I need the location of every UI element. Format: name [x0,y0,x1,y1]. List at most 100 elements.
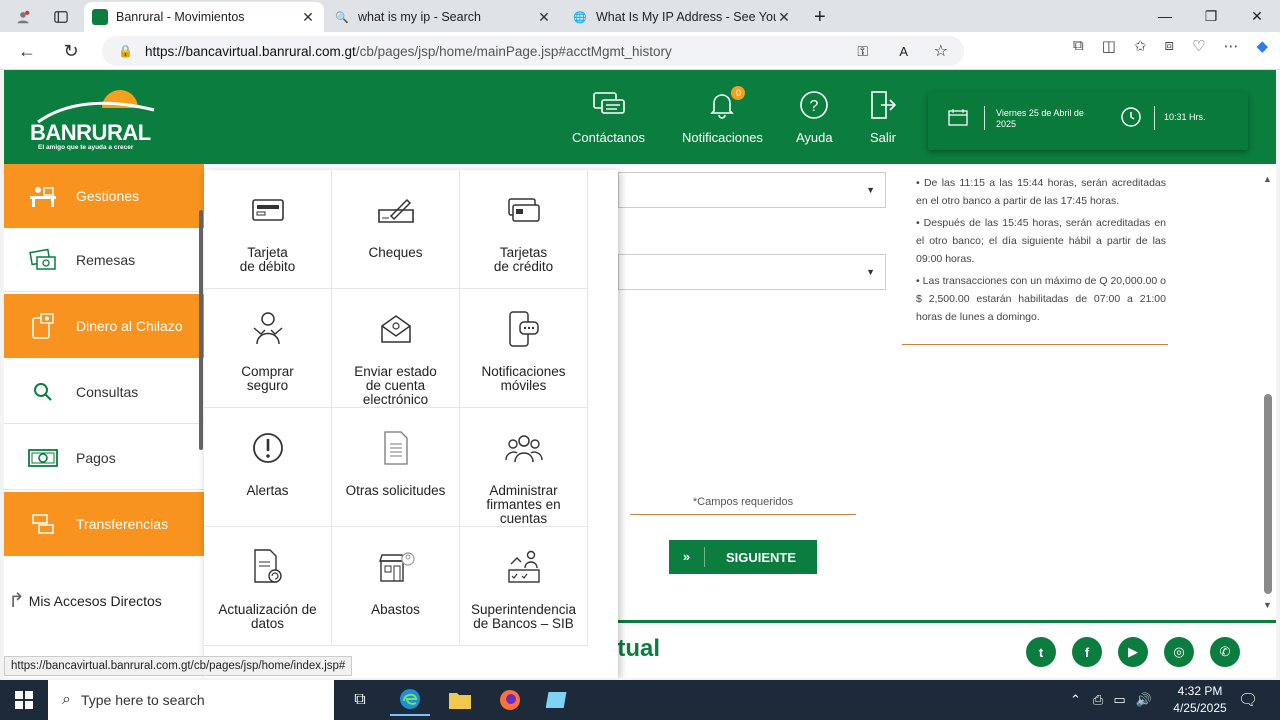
sidebar-item-remesas[interactable]: Remesas [4,228,204,292]
meet-now-icon[interactable]: ⎙ [1093,692,1103,708]
close-window-button[interactable]: ✕ [1234,0,1280,32]
divider [902,344,1168,345]
taskbar-firefox[interactable] [490,684,530,716]
sidebar-item-transferencias[interactable]: Transferencias [4,492,204,556]
browser-essentials-icon[interactable]: ♡ [1192,37,1205,55]
favorites-icon[interactable]: ✩ [1134,37,1147,55]
menu-item-other-requests[interactable]: Otras solicitudes [332,408,460,527]
header-nav-notifications[interactable]: 0 Notificaciones [682,86,763,145]
menu-item-update-data[interactable]: Actualización de datos [204,527,332,646]
menu-item-manage-signers[interactable]: Administrar firmantes en cuentas [460,408,588,527]
status-bar-url: https://bancavirtual.banrural.com.gt/cb/… [4,656,353,676]
split-screen-icon[interactable]: ◫ [1102,37,1116,55]
next-button[interactable]: » SIGUIENTE [669,540,817,574]
bell-icon: 0 [705,86,746,122]
copilot-icon[interactable]: ◆ [1256,37,1268,55]
taskbar-app[interactable] [538,684,578,716]
menu-item-label: Otras solicitudes [345,483,446,498]
workspaces-button[interactable] [46,2,76,32]
menu-item-mobile-notifications[interactable]: Notificaciones móviles [460,289,588,408]
plus-icon: + [814,5,826,28]
header-nav-help[interactable]: ? Ayuda [796,88,833,145]
account-select[interactable]: ▼ [618,172,886,208]
sidebar-item-pagos[interactable]: Pagos [4,426,204,490]
store-icon [376,547,416,587]
debit-card-icon [248,190,288,230]
close-icon: ✕ [1251,7,1263,24]
shortcuts-link[interactable]: ↱ Mis Accesos Directos [8,588,162,613]
whatsapp-icon[interactable]: ✆ [1210,637,1240,667]
taskbar-file-explorer[interactable] [440,684,480,716]
tab-title: what is my ip - Search [358,10,481,24]
sidebar-item-dinero-al-chilazo[interactable]: Dinero al Chilazo [4,294,204,358]
taskbar-date: 4/25/2025 [1173,701,1227,715]
menu-item-buy-insurance[interactable]: Comprar seguro [204,289,332,408]
read-aloud-icon[interactable]: A [899,44,908,59]
insurance-icon [248,309,288,349]
menu-item-debit-card[interactable]: Tarjeta de débito [204,170,332,289]
menu-item-sib[interactable]: Superintendencia de Bancos – SIB [460,527,588,646]
back-button[interactable]: ← [12,36,42,66]
start-button[interactable] [0,680,48,720]
tab-close-icon[interactable]: ✕ [776,9,792,26]
scroll-down-icon[interactable]: ▼ [1263,600,1272,610]
sidebar-item-label: Transferencias [76,516,169,532]
scroll-up-icon[interactable]: ▲ [1263,174,1272,184]
tab-close-icon[interactable]: ✕ [536,9,552,26]
tab-banrural[interactable]: Banrural - Movimientos ✕ [84,2,324,32]
restore-button[interactable]: ❐ [1188,0,1234,32]
url-field[interactable]: 🔒 https://bancavirtual.banrural.com.gt/c… [102,36,964,66]
facebook-icon[interactable]: f [1072,637,1102,667]
chevron-up-icon[interactable]: ⌃ [1070,692,1081,708]
email-statement-icon [376,309,416,349]
new-tab-button[interactable]: + [806,2,832,32]
profile-avatar[interactable] [8,2,38,32]
sidebar-item-gestiones[interactable]: Gestiones [4,164,204,228]
tab-search[interactable]: 🔍 what is my ip - Search ✕ [326,2,560,32]
chat-icon [592,88,626,122]
menu-item-abastos[interactable]: Abastos [332,527,460,646]
network-icon[interactable]: ▭ [1113,692,1125,708]
header-nav-contact[interactable]: Contáctanos [572,88,645,145]
scrollbar-thumb[interactable] [1264,394,1272,594]
notepad-icon [546,692,567,708]
extensions-icon[interactable]: ⧉ [1073,37,1084,55]
task-view-button[interactable]: ⧉ [340,684,380,716]
taskbar-time: 4:32 PM [1177,684,1223,698]
instagram-icon[interactable]: ◎ [1164,637,1194,667]
shortcuts-label: Mis Accesos Directos [28,592,162,609]
key-icon[interactable]: ⚿ [857,43,868,60]
minimize-button[interactable]: — [1142,0,1188,32]
taskbar-search-placeholder: Type here to search [80,692,205,708]
notification-icon: 🗨 [1238,692,1259,709]
header-nav-exit[interactable]: Salir [866,88,900,145]
reload-button[interactable]: ↻ [56,36,86,66]
banrural-logo[interactable]: BANRURAL El amigo que te ayuda a crecer [30,88,170,152]
taskbar-search[interactable]: ⌕ Type here to search [48,680,334,720]
browser-tabbar: Banrural - Movimientos ✕ 🔍 what is my ip… [0,0,1280,32]
menu-item-alerts[interactable]: Alertas [204,408,332,527]
volume-icon[interactable]: 🔊 [1136,692,1152,708]
page-scrollbar[interactable]: ▲ ▼ [1263,174,1272,610]
required-fields-note: *Campos requeridos [630,496,856,515]
more-menu-icon[interactable]: ⋯ [1223,37,1238,55]
menu-item-cheques[interactable]: Cheques [332,170,460,289]
curved-arrow-icon: ↱ [8,590,25,612]
sidebar-scrollbar[interactable] [199,210,203,450]
youtube-icon[interactable]: ▶ [1118,637,1148,667]
twitter-icon[interactable]: t [1026,637,1056,667]
menu-item-credit-cards[interactable]: Tarjetas de crédito [460,170,588,289]
taskbar-edge[interactable] [390,684,430,716]
windows-taskbar: ⌕ Type here to search ⧉ ⌃ ⎙ ▭ 🔊 4:32 PM … [0,680,1280,720]
tab-whatismyip[interactable]: 🌐 What Is My IP Address - See Your ✕ [564,2,800,32]
favorite-star-icon[interactable]: ☆ [934,41,948,61]
menu-item-email-statement[interactable]: Enviar estado de cuenta electrónico [332,289,460,408]
tab-title: What Is My IP Address - See Your [596,10,776,24]
notification-badge: 0 [731,86,746,100]
notification-center-button[interactable]: 🗨 [1238,680,1258,720]
collections-icon[interactable]: ⧈ [1164,37,1174,55]
destination-select[interactable]: ▼ [618,254,886,290]
sidebar-item-consultas[interactable]: Consultas [4,360,204,424]
taskbar-clock[interactable]: 4:32 PM 4/25/2025 [1160,683,1240,717]
tab-close-icon[interactable]: ✕ [300,9,316,26]
